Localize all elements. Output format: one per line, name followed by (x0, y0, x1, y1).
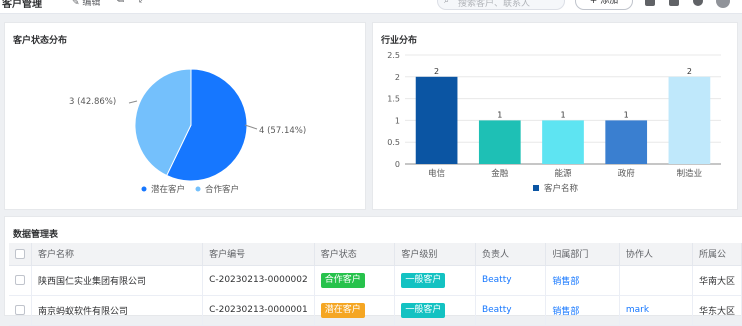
grid-icon[interactable] (645, 0, 655, 6)
level-badge: 一般客户 (401, 272, 446, 288)
export-icon[interactable]: ⧉ (117, 0, 124, 5)
x-tick-label: 电信 (428, 168, 446, 179)
table-title: 数据管理表 (13, 230, 59, 240)
search-icon: ⌕ (444, 0, 450, 6)
pie-label-partner: 3 (42.86%) (69, 97, 116, 107)
bar-chart-card: 行业分布 0 0.5 1 1.5 2 2.5 2 电信 1 金融 1 能源 1 政府 2 制造业 客户名称 (372, 22, 738, 210)
cell-level: 一般客户 (394, 265, 476, 296)
cell-dept: 销售部 (545, 265, 620, 296)
x-tick-label: 制造业 (677, 168, 703, 179)
col-header-dept[interactable]: 归属部门 (545, 243, 620, 266)
col-header-status[interactable]: 客户状态 (314, 243, 396, 266)
cell-company: 华南大区 (692, 265, 742, 296)
status-badge: 合作客户 (320, 272, 365, 288)
y-tick-label: 2.5 (387, 51, 400, 60)
x-tick-label: 能源 (554, 168, 572, 179)
pie-leader-line (128, 100, 138, 104)
cell-owner: Beatty (475, 265, 547, 296)
cell-dept: 销售部 (545, 295, 620, 326)
bar-1[interactable] (478, 120, 521, 164)
select-all-checkbox[interactable] (15, 248, 25, 259)
bar-value-label: 1 (497, 110, 502, 119)
cell-name: 陕西国仁实业集团有限公司 (31, 265, 204, 296)
add-button[interactable]: + 添加 (575, 0, 633, 10)
bar-2[interactable] (542, 120, 584, 164)
status-badge: 潜在客户 (320, 302, 365, 318)
bar-4[interactable] (668, 76, 711, 164)
row-checkbox[interactable] (15, 304, 25, 315)
row-select-cell (9, 295, 32, 326)
bar-3[interactable] (605, 120, 648, 164)
cell-name: 南京蚂蚁软件有限公司 (31, 295, 204, 326)
col-header-collab[interactable]: 协作人 (619, 243, 693, 266)
table-row[interactable]: 南京蚂蚁软件有限公司 C-20230213-0000001 潜在客户 一般客户 … (9, 295, 742, 326)
y-tick-label: 0.5 (387, 138, 400, 147)
bar-chart: 0 0.5 1 1.5 2 2.5 2 电信 1 金融 1 能源 1 政府 2 制造业 客户名称 (387, 51, 721, 194)
cell-code: C-20230213-0000002 (202, 265, 315, 296)
cell-owner: Beatty (475, 295, 547, 326)
top-toolbar: 客户管理 ✎ 编辑 ⧉ ⤢ ⌕ 搜索客户、联系人 + 添加 (0, 0, 742, 14)
search-placeholder: 搜索客户、联系人 (458, 0, 531, 9)
legend-dot-potential (141, 186, 147, 192)
cell-collab: mark (619, 295, 693, 326)
data-table: 客户名称 客户编号 客户状态 客户级别 负责人 归属部门 协作人 所属公 陕西国… (9, 243, 742, 326)
bar-0[interactable] (415, 76, 458, 164)
legend-dot-partner (195, 186, 201, 192)
cell-level: 一般客户 (394, 295, 476, 326)
dept-link[interactable]: 销售部 (552, 307, 579, 317)
col-header-name[interactable]: 客户名称 (31, 243, 204, 266)
cell-code: C-20230213-0000001 (202, 295, 315, 326)
table-row[interactable]: 陕西国仁实业集团有限公司 C-20230213-0000002 合作客户 一般客… (9, 265, 742, 296)
bar-value-label: 1 (560, 110, 565, 119)
avatar[interactable] (716, 0, 730, 8)
fullscreen-icon[interactable]: ⤢ (139, 0, 147, 5)
col-header-level[interactable]: 客户级别 (394, 243, 476, 266)
legend-label-potential[interactable]: 潜在客户 (151, 184, 185, 195)
data-table-card: 数据管理表 客户名称 客户编号 客户状态 客户级别 负责人 归属部门 协作人 所… (4, 216, 742, 326)
bar-value-label: 2 (434, 67, 439, 76)
col-header-company[interactable]: 所属公 (692, 243, 742, 266)
x-tick-label: 金融 (491, 168, 509, 179)
col-header-code[interactable]: 客户编号 (202, 243, 315, 266)
y-tick-label: 1 (395, 116, 400, 125)
pie-chart-card: 客户状态分布 4 (57.14%) 3 (42.86%) 潜在客户 合作客户 (4, 22, 366, 210)
y-tick-label: 1.5 (387, 95, 400, 104)
bell-icon[interactable] (669, 0, 679, 6)
dept-link[interactable]: 销售部 (552, 277, 579, 287)
bar-value-label: 2 (687, 67, 692, 76)
y-tick-label: 2 (395, 73, 400, 82)
legend-label-partner[interactable]: 合作客户 (205, 184, 239, 195)
table-header-row: 客户名称 客户编号 客户状态 客户级别 负责人 归属部门 协作人 所属公 (9, 243, 742, 266)
bar-value-label: 1 (624, 110, 629, 119)
col-header-owner[interactable]: 负责人 (475, 243, 547, 266)
cell-collab (619, 265, 693, 296)
level-badge: 一般客户 (401, 302, 446, 318)
cell-status: 潜在客户 (314, 295, 396, 326)
row-select-cell (9, 265, 32, 296)
search-input[interactable]: ⌕ 搜索客户、联系人 (437, 0, 565, 10)
breadcrumb[interactable]: 客户管理 (2, 0, 42, 10)
bar-legend-label[interactable]: 客户名称 (544, 183, 579, 194)
row-checkbox[interactable] (15, 274, 25, 285)
bar-legend-swatch (533, 185, 539, 191)
help-icon[interactable] (693, 0, 703, 6)
select-all-cell (9, 243, 32, 266)
cell-status: 合作客户 (314, 265, 396, 296)
cell-company: 华东大区 (692, 295, 742, 326)
edit-label: 编辑 (82, 0, 101, 8)
y-tick-label: 0 (395, 160, 400, 169)
x-tick-label: 政府 (618, 168, 636, 179)
edit-button[interactable]: ✎ 编辑 (72, 0, 100, 8)
owner-link[interactable]: Beatty (482, 275, 512, 285)
pie-label-potential: 4 (57.14%) (259, 126, 306, 136)
pie-chart: 4 (57.14%) 3 (42.86%) 潜在客户 合作客户 (69, 68, 306, 195)
